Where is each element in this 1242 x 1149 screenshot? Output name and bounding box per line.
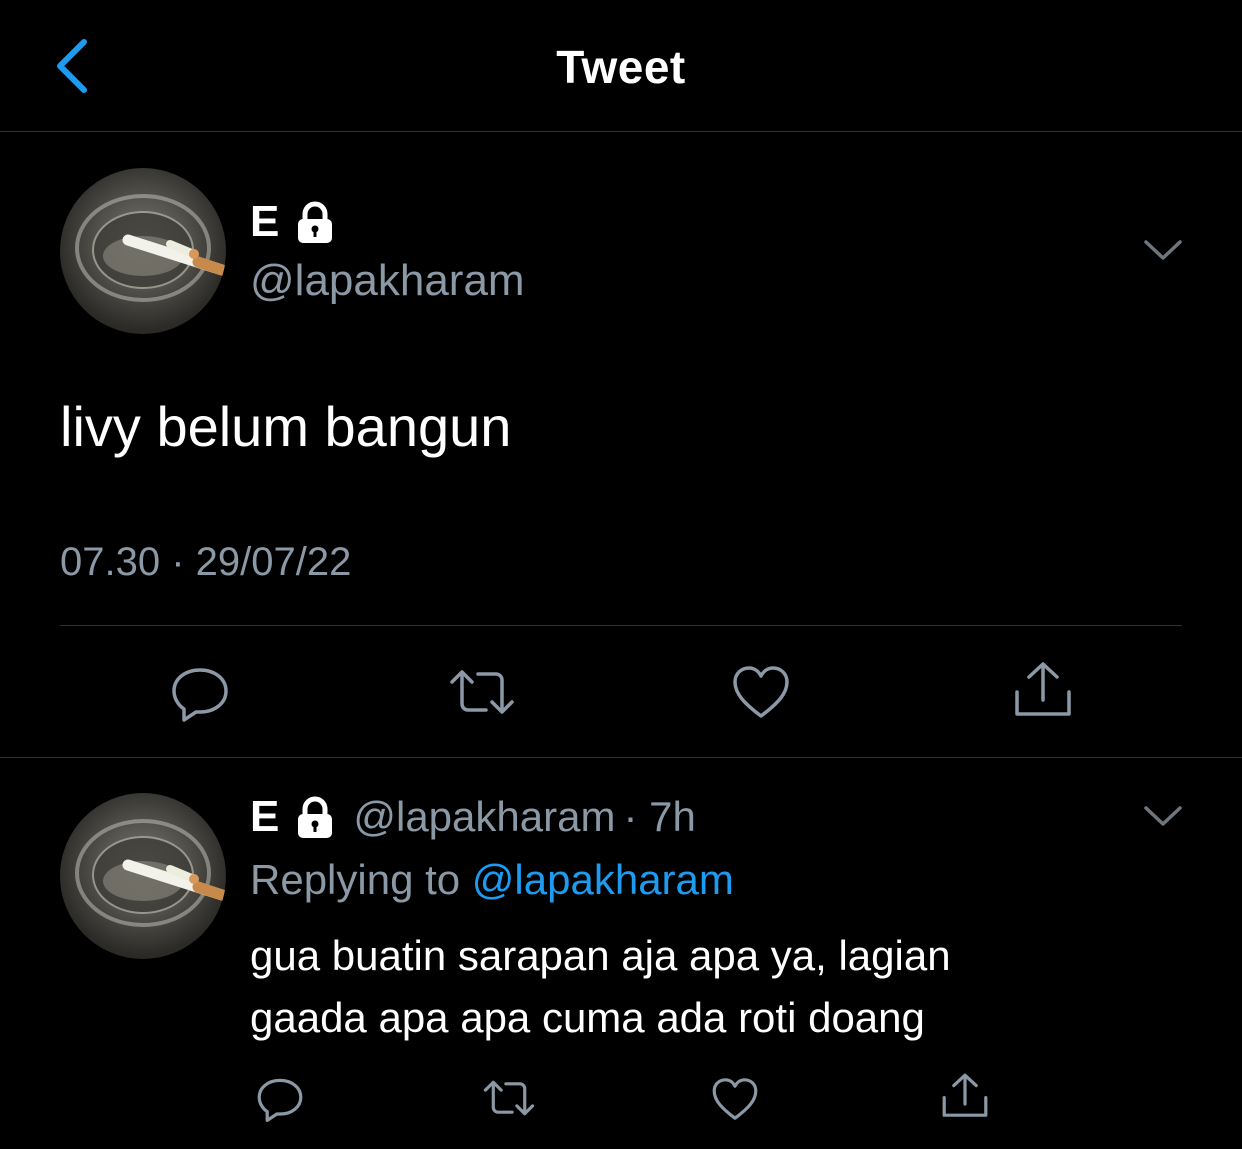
replying-to-mention[interactable]: @lapakharam — [472, 856, 734, 903]
tweet-timestamp[interactable]: 07.30 · 29/07/22 — [60, 540, 351, 585]
reply-header-row: E @lapakharam · 7h — [250, 790, 696, 844]
reply-share-button[interactable] — [940, 1072, 990, 1120]
reply-text: gua buatin sarapan aja apa ya, lagian ga… — [250, 925, 951, 1049]
chevron-down-icon — [1144, 240, 1182, 260]
ashtray-photo-image — [75, 194, 226, 302]
like-icon — [733, 666, 789, 718]
lock-icon — [298, 796, 333, 838]
tweet-menu-button[interactable] — [1140, 232, 1186, 268]
chevron-down-icon — [1144, 806, 1182, 826]
reply-retweet-button[interactable] — [482, 1076, 536, 1120]
reply-icon — [257, 1078, 303, 1122]
share-icon — [942, 1073, 988, 1117]
reply-text-line-2: gaada apa apa cuma ada roti doang — [250, 994, 925, 1041]
page-title: Tweet — [556, 41, 686, 93]
tweet-text: livy belum bangun — [60, 395, 512, 458]
author-name-row: E — [250, 196, 337, 248]
share-icon — [1015, 662, 1071, 716]
reply-like-button[interactable] — [711, 1076, 759, 1122]
reply-text-line-1: gua buatin sarapan aja apa ya, lagian — [250, 932, 951, 979]
author-name: E — [250, 197, 280, 246]
reply-reply-button[interactable] — [256, 1074, 304, 1122]
thread-divider — [0, 757, 1242, 758]
share-button[interactable] — [1012, 660, 1074, 720]
reply-avatar[interactable] — [60, 793, 226, 959]
replying-to-line: Replying to @lapakharam — [250, 856, 734, 904]
reply-author-handle[interactable]: @lapakharam — [353, 793, 615, 841]
ashtray-photo-image — [75, 819, 226, 927]
lock-icon — [298, 201, 333, 243]
retweet-button[interactable] — [448, 664, 516, 720]
retweet-icon — [450, 670, 514, 714]
reply-author-name: E — [250, 792, 280, 841]
author-handle[interactable]: @lapakharam — [250, 256, 525, 306]
replying-to-prefix: Replying to — [250, 856, 472, 903]
reply-age: · 7h — [623, 793, 696, 840]
tweet-divider — [60, 625, 1182, 626]
retweet-icon — [483, 1080, 535, 1116]
reply-menu-button[interactable] — [1140, 798, 1186, 834]
header-divider — [0, 131, 1242, 132]
avatar[interactable] — [60, 168, 226, 334]
reply-button[interactable] — [170, 662, 230, 722]
like-icon — [712, 1078, 758, 1120]
reply-icon — [172, 668, 228, 722]
like-button[interactable] — [731, 664, 791, 720]
